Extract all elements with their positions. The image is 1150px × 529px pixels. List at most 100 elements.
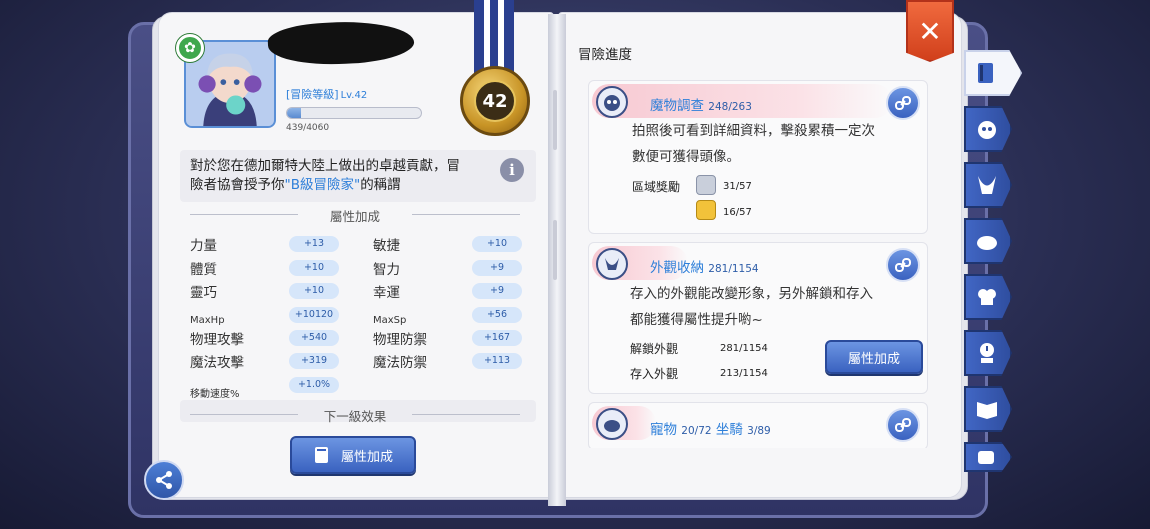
stat-value-pill: +167: [472, 330, 522, 346]
stored-appearance-label: 存入外觀: [630, 367, 679, 381]
stat-label: 幸運: [373, 285, 400, 301]
link-icon: [895, 96, 911, 110]
stats-heading: 屬性加成: [190, 206, 520, 225]
tab-adventure-book[interactable]: [964, 50, 1022, 96]
title-name: "B級冒險家": [284, 177, 361, 193]
monster-survey-link-button[interactable]: [886, 86, 920, 120]
stat-value-pill: +1.0%: [289, 377, 339, 393]
description-line2-suffix: 的稱謂: [360, 177, 401, 193]
gold-reward-icon: [696, 200, 716, 220]
stat-label: 體質: [190, 262, 217, 278]
stat-value-pill: +9: [472, 260, 522, 276]
title-description: 對於您在德加爾特大陸上做出的卓越貢獻，冒 險者協會授予你"B級冒險家"的稱謂: [180, 150, 536, 202]
adventure-level: [冒險等級] Lv.42: [286, 86, 367, 102]
tab-achievement[interactable]: [964, 330, 1012, 376]
exp-bar-fill: [287, 108, 302, 118]
stat-bonus-button[interactable]: 屬性加成: [290, 436, 416, 474]
stat-label: 敏捷: [373, 238, 400, 254]
appearance-link-button[interactable]: [886, 248, 920, 282]
description-line1: 對於您在德加爾特大陸上做出的卓越貢獻，冒: [190, 158, 460, 174]
stat-value-pill: +13: [289, 236, 339, 252]
pet-count: 20/72: [681, 425, 712, 437]
unlocked-appearance-value: 281/1154: [720, 343, 768, 354]
link-icon: [895, 258, 911, 272]
monster-survey-text2: 數便可獲得頭像。: [632, 149, 740, 165]
description-line2-prefix: 險者協會授予你: [190, 177, 285, 193]
stat-label: 物理攻擊: [190, 332, 244, 348]
info-icon[interactable]: i: [500, 158, 524, 182]
stat-value-pill: +9: [472, 283, 522, 299]
mount-title: 坐騎: [715, 422, 743, 438]
pet-icon: [596, 408, 628, 440]
open-book-icon: [977, 402, 997, 419]
stat-label: 魔法攻擊: [190, 355, 244, 371]
pet-mount-title: 寵物 20/72 坐騎 3/89: [650, 418, 771, 438]
stat-label: 靈巧: [190, 285, 217, 301]
stat-value-pill: +10120: [289, 307, 339, 323]
stat-value-pill: +319: [289, 353, 339, 369]
gold-reward-count: 16/57: [723, 207, 752, 218]
share-icon: [156, 471, 172, 489]
exp-text: 439/4060: [286, 123, 330, 133]
tab-cooking[interactable]: [964, 274, 1012, 320]
right-page-fade: [588, 448, 928, 488]
appearance-storage-icon: [596, 248, 628, 280]
adventure-level-value: Lv.42: [340, 90, 368, 101]
close-button[interactable]: ✕: [906, 0, 954, 62]
stat-bonus-button-label: 屬性加成: [340, 449, 393, 465]
book-icon: [314, 447, 328, 463]
chef-hat-icon: [978, 289, 996, 305]
alert-person-icon: [980, 343, 994, 363]
adventure-progress-title: 冒險進度: [578, 47, 632, 63]
appearance-description: 存入的外觀能改變形象，另外解鎖和存入 都能獲得屬性提升喲~: [630, 281, 873, 333]
appearance-text2: 都能獲得屬性提升喲~: [630, 312, 763, 328]
exp-bar: [286, 107, 422, 119]
stat-label: MaxHp: [190, 315, 225, 326]
pet-title: 寵物: [650, 422, 677, 438]
stat-value-pill: +113: [472, 353, 522, 369]
verified-badge-icon: ✿: [176, 34, 204, 62]
monster-survey-icon: [596, 86, 628, 118]
appearance-tab-icon: [978, 176, 996, 194]
share-button[interactable]: [144, 460, 184, 500]
monster-survey-description: 拍照後可看到詳細資料，擊殺累積一定次 數便可獲得頭像。: [632, 118, 875, 170]
appearance-storage-count: 281/1154: [708, 263, 759, 275]
tab-pet[interactable]: [964, 218, 1012, 264]
stat-label: 智力: [373, 262, 400, 278]
region-reward-label: 區域獎勵: [632, 180, 681, 194]
level-medal-icon[interactable]: 42: [460, 66, 530, 136]
stored-appearance-value: 213/1154: [720, 368, 768, 379]
next-level-heading: 下一級效果: [190, 406, 520, 425]
stat-value-pill: +10: [289, 283, 339, 299]
tab-collection[interactable]: [964, 386, 1012, 432]
appearance-bonus-button-label: 屬性加成: [847, 351, 900, 367]
stat-value-pill: +540: [289, 330, 339, 346]
pet-link-button[interactable]: [886, 408, 920, 442]
stat-label: MaxSp: [373, 315, 407, 326]
appearance-bonus-button[interactable]: 屬性加成: [825, 340, 923, 374]
appearance-storage-title-text: 外觀收納: [650, 260, 704, 276]
tab-appearance[interactable]: [964, 162, 1012, 208]
stat-value-pill: +10: [472, 236, 522, 252]
adventure-level-label: [冒險等級]: [286, 88, 339, 101]
monster-survey-text1: 拍照後可看到詳細資料，擊殺累積一定次: [632, 123, 875, 139]
tab-monster[interactable]: [964, 106, 1012, 152]
close-icon: ✕: [918, 14, 942, 48]
more-tab-icon: [978, 451, 994, 464]
stat-label: 物理防禦: [373, 332, 427, 348]
unlocked-appearance-label: 解鎖外觀: [630, 342, 679, 356]
stat-label: 移動速度%: [190, 389, 240, 400]
appearance-text1: 存入的外觀能改變形象，另外解鎖和存入: [630, 286, 873, 302]
monster-survey-title-text: 魔物調查: [650, 98, 704, 114]
appearance-storage-title: 外觀收納 281/1154: [650, 256, 759, 276]
stat-label: 魔法防禦: [373, 355, 427, 371]
book-spine: [548, 14, 566, 506]
left-scrollbar-lower[interactable]: [553, 220, 557, 280]
monster-survey-count: 248/263: [708, 101, 752, 113]
book-tab-icon: [978, 63, 993, 83]
tab-more[interactable]: [964, 442, 1012, 472]
left-scrollbar[interactable]: [553, 90, 557, 150]
medal-level: 42: [474, 80, 516, 122]
stat-label: 力量: [190, 238, 217, 254]
silver-reward-icon: [696, 175, 716, 195]
